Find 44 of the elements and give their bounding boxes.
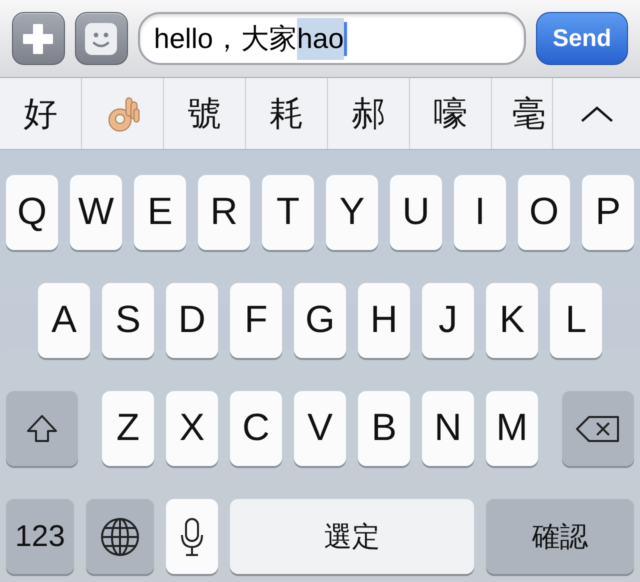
letter-key[interactable]: U [390, 175, 442, 250]
letter-key[interactable]: K [486, 283, 538, 358]
letter-key[interactable]: S [102, 283, 154, 358]
letter-key[interactable]: D [166, 283, 218, 358]
letter-key[interactable]: M [486, 391, 538, 466]
plus-icon [21, 22, 56, 56]
microphone-key[interactable] [166, 499, 218, 574]
letter-key[interactable]: P [582, 175, 634, 250]
send-button[interactable]: Send [536, 12, 628, 65]
letter-key[interactable]: L [550, 283, 602, 358]
letter-key[interactable]: C [230, 391, 282, 466]
letter-key[interactable]: V [294, 391, 346, 466]
space-key[interactable]: 選定 [230, 499, 474, 574]
letter-key[interactable]: R [198, 175, 250, 250]
letter-key[interactable]: Q [6, 175, 58, 250]
globe-key[interactable] [86, 499, 154, 574]
shift-key[interactable] [6, 391, 78, 466]
letter-key[interactable]: N [422, 391, 474, 466]
letter-key[interactable]: B [358, 391, 410, 466]
backspace-icon [575, 414, 621, 444]
letter-key[interactable]: E [134, 175, 186, 250]
letter-key[interactable]: Y [326, 175, 378, 250]
globe-icon [100, 516, 140, 556]
letter-key[interactable]: A [38, 283, 90, 358]
confirm-key[interactable]: 確認 [486, 499, 634, 574]
letter-key[interactable]: F [230, 283, 282, 358]
letter-key[interactable]: O [518, 175, 570, 250]
backspace-key[interactable] [562, 391, 634, 466]
letter-key[interactable]: J [422, 283, 474, 358]
letter-key[interactable]: W [70, 175, 122, 250]
letter-key[interactable]: I [454, 175, 506, 250]
letter-key[interactable]: X [166, 391, 218, 466]
numbers-key[interactable]: 123 [6, 499, 74, 574]
microphone-icon [180, 516, 204, 556]
letter-key[interactable]: H [358, 283, 410, 358]
letter-key[interactable]: Z [102, 391, 154, 466]
message-field[interactable]: hello，大家hao [138, 12, 526, 65]
letter-key[interactable]: T [262, 175, 314, 250]
shift-icon [25, 414, 59, 444]
add-button[interactable] [12, 12, 65, 65]
emoji-button[interactable] [74, 12, 128, 65]
smiley-icon [84, 22, 118, 56]
letter-key[interactable]: G [294, 283, 346, 358]
chevron-up-icon [580, 105, 614, 123]
